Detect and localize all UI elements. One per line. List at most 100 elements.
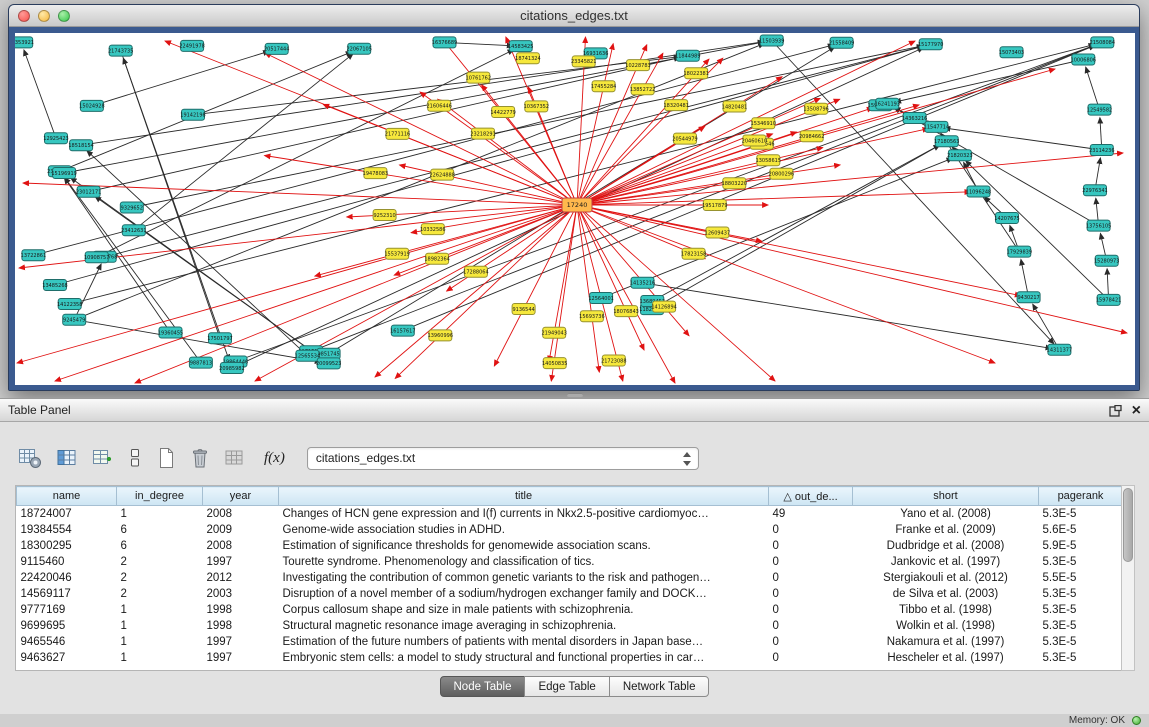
graph-node[interactable]: 22624888 <box>429 169 454 180</box>
table-cell[interactable]: 2003 <box>203 586 279 602</box>
graph-node[interactable]: 18982364 <box>424 253 449 264</box>
table-cell[interactable]: Hescheler et al. (1997) <box>853 650 1039 666</box>
table-cell[interactable]: 2008 <box>203 506 279 522</box>
graph-node[interactable]: 23012171 <box>76 186 101 197</box>
table-cell[interactable]: 0 <box>769 538 853 554</box>
float-panel-button[interactable] <box>1109 405 1122 417</box>
delete-column-button[interactable] <box>188 445 212 471</box>
graph-node[interactable]: 19478083 <box>363 168 388 179</box>
window-titlebar[interactable]: citations_edges.txt <box>9 5 1139 27</box>
table-cell[interactable]: 2 <box>117 586 203 602</box>
graph-node[interactable]: 22067105 <box>346 43 371 54</box>
table-row[interactable]: 1830029562008Estimation of significance … <box>17 538 1122 554</box>
table-row[interactable]: 946554611997Estimation of the future num… <box>17 634 1122 650</box>
table-cell[interactable]: 5.3E-5 <box>1039 634 1122 650</box>
table-cell[interactable]: Nakamura et al. (1997) <box>853 634 1039 650</box>
graph-node[interactable]: 17455284 <box>591 81 616 92</box>
column-header[interactable]: name <box>17 487 117 506</box>
graph-node[interactable]: 21606446 <box>426 100 451 111</box>
graph-node[interactable]: 21558409 <box>829 37 854 48</box>
network-view[interactable]: 1435392121743735224919782051744422067105… <box>15 33 1135 385</box>
graph-node[interactable]: 15978421 <box>1096 294 1121 305</box>
show-columns-button[interactable] <box>54 446 80 470</box>
graph-node[interactable]: 20800296 <box>769 168 794 179</box>
graph-node[interactable]: 21743735 <box>108 45 133 56</box>
column-header[interactable]: short <box>853 487 1039 506</box>
graph-node[interactable]: 19142198 <box>180 109 205 120</box>
table-cell[interactable]: 9699695 <box>17 618 117 634</box>
graph-node[interactable]: 9252310 <box>373 210 396 221</box>
table-cell[interactable]: 5.3E-5 <box>1039 650 1122 666</box>
graph-node[interactable]: 23218291 <box>470 128 495 139</box>
table-cell[interactable]: 9465546 <box>17 634 117 650</box>
graph-node[interactable]: 21820323 <box>947 150 972 161</box>
table-cell[interactable]: 1 <box>117 602 203 618</box>
table-row[interactable]: 2242004622012Investigating the contribut… <box>17 570 1122 586</box>
graph-node[interactable]: 14363216 <box>902 113 927 124</box>
graph-node[interactable]: 20544979 <box>672 133 697 144</box>
table-cell[interactable]: Disruption of a novel member of a sodium… <box>279 586 769 602</box>
table-cell[interactable]: Investigating the contribution of common… <box>279 570 769 586</box>
graph-node[interactable]: 12549582 <box>1087 104 1112 115</box>
table-cell[interactable]: 14569117 <box>17 586 117 602</box>
table-cell[interactable]: Structural magnetic resonance image aver… <box>279 618 769 634</box>
table-cell[interactable]: 22420046 <box>17 570 117 586</box>
graph-node[interactable]: 17501797 <box>207 333 232 344</box>
graph-node[interactable]: 18022381 <box>683 68 708 79</box>
import-table-button[interactable] <box>222 446 248 470</box>
table-cell[interactable]: Jankovic et al. (1997) <box>853 554 1039 570</box>
graph-node[interactable]: 15346910 <box>751 118 776 129</box>
table-cell[interactable]: 1 <box>117 618 203 634</box>
graph-node[interactable]: 14050835 <box>542 358 567 369</box>
table-cell[interactable]: 5.3E-5 <box>1039 618 1122 634</box>
graph-node[interactable]: 12925423 <box>43 133 68 144</box>
graph-node[interactable]: 11503939 <box>759 35 784 46</box>
graph-node[interactable]: 15024928 <box>79 100 104 111</box>
graph-node[interactable]: 14820481 <box>722 101 747 112</box>
table-cell[interactable]: 5.3E-5 <box>1039 506 1122 522</box>
graph-node[interactable]: 22976341 <box>1082 185 1107 196</box>
table-cell[interactable]: Dudbridge et al. (2008) <box>853 538 1039 554</box>
graph-node[interactable]: 18320481 <box>663 100 688 111</box>
column-header[interactable]: in_degree <box>117 487 203 506</box>
graph-node[interactable]: 11547714 <box>924 121 949 132</box>
graph-node[interactable]: 16376689 <box>432 37 457 48</box>
graph-node[interactable]: 23114236 <box>1089 145 1114 156</box>
graph-node[interactable]: 23412631 <box>121 225 146 236</box>
table-cell[interactable]: Yano et al. (2008) <box>853 506 1039 522</box>
graph-node[interactable]: 21723088 <box>601 355 626 366</box>
table-cell[interactable]: Wolkin et al. (1998) <box>853 618 1039 634</box>
graph-node[interactable]: 9245479 <box>63 314 86 325</box>
table-cell[interactable]: 1997 <box>203 650 279 666</box>
table-cell[interactable]: 0 <box>769 602 853 618</box>
table-cell[interactable]: 0 <box>769 522 853 538</box>
table-row[interactable]: 977716911998Corpus callosum shape and si… <box>17 602 1122 618</box>
table-row[interactable]: 969969511998Structural magnetic resonanc… <box>17 618 1122 634</box>
graph-node[interactable]: 13722861 <box>21 250 46 261</box>
graph-node[interactable]: 18076843 <box>613 306 638 317</box>
graph-node[interactable]: 13852722 <box>630 84 655 95</box>
new-table-button[interactable] <box>154 445 178 471</box>
scrollbar-thumb[interactable] <box>1123 488 1133 562</box>
graph-node[interactable]: 14135216 <box>630 277 655 288</box>
graph-node[interactable]: 19517879 <box>702 200 727 211</box>
table-scrollbar[interactable] <box>1121 485 1135 671</box>
graph-node[interactable]: 18803220 <box>722 178 747 189</box>
table-cell[interactable]: Embryonic stem cells: a model to study s… <box>279 650 769 666</box>
column-header[interactable]: year <box>203 487 279 506</box>
table-cell[interactable]: 1998 <box>203 602 279 618</box>
zoom-window-button[interactable] <box>58 10 70 22</box>
table-cell[interactable]: 5.6E-5 <box>1039 522 1122 538</box>
table-cell[interactable]: 0 <box>769 586 853 602</box>
column-header[interactable]: pagerank <box>1039 487 1122 506</box>
tab-edge-table[interactable]: Edge Table <box>524 676 609 697</box>
table-cell[interactable]: 9463627 <box>17 650 117 666</box>
table-cell[interactable]: 2 <box>117 570 203 586</box>
graph-node[interactable]: 20985982 <box>219 363 244 374</box>
graph-node[interactable]: 10228783 <box>625 60 650 71</box>
table-cell[interactable]: 5.5E-5 <box>1039 570 1122 586</box>
table-cell[interactable]: Changes of HCN gene expression and I(f) … <box>279 506 769 522</box>
add-column-button[interactable] <box>90 446 116 470</box>
table-cell[interactable]: Corpus callosum shape and size in male p… <box>279 602 769 618</box>
graph-node[interactable]: 17929839 <box>1007 246 1032 257</box>
